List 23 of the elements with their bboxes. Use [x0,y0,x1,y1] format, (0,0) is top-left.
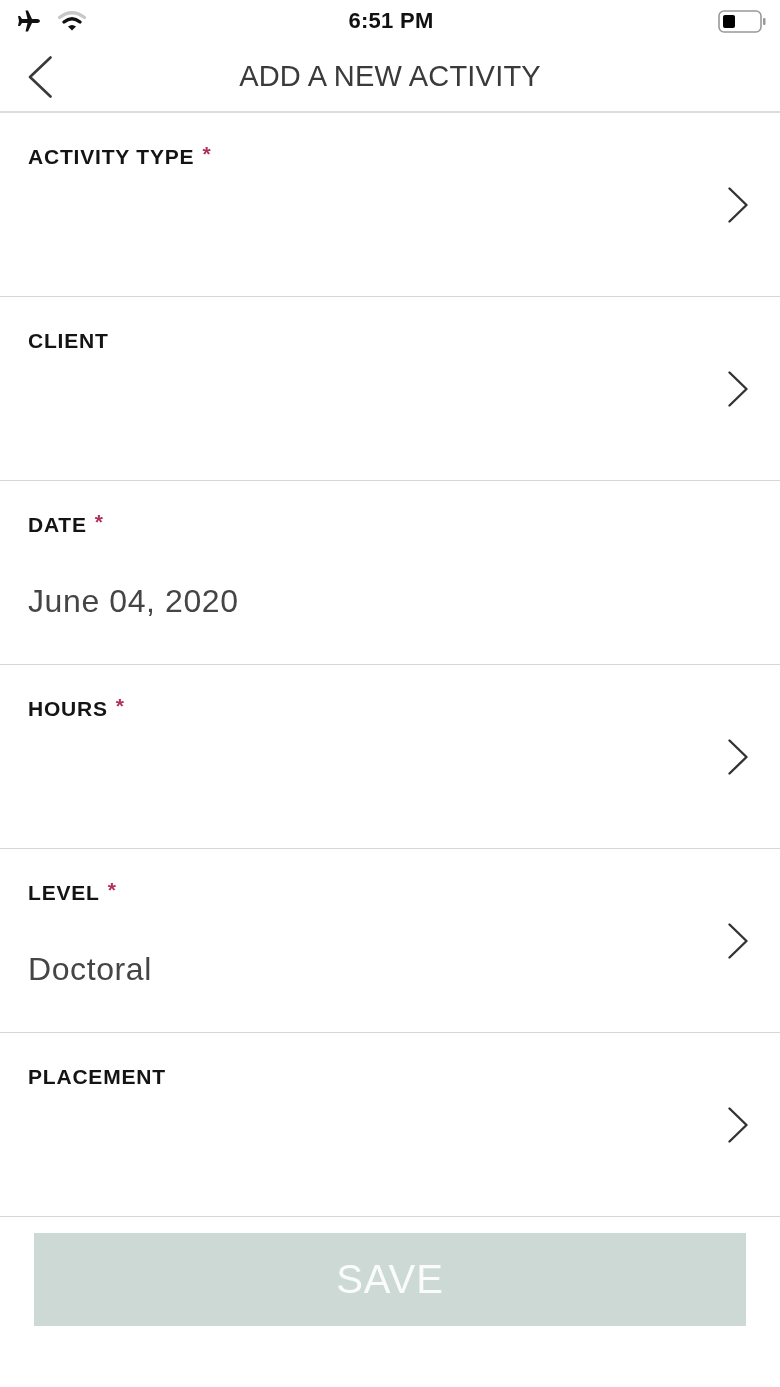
chevron-right-icon[interactable] [728,370,748,407]
field-label: LEVEL [28,880,100,906]
field-value[interactable]: Doctoral [28,951,152,987]
required-asterisk: * [202,144,211,164]
status-time: 6:51 PM [348,8,434,34]
required-asterisk: * [94,512,103,532]
battery-icon [718,9,766,33]
chevron-right-icon[interactable] [728,922,748,959]
required-asterisk: * [115,696,125,716]
airplane-icon [16,10,40,32]
required-asterisk: * [107,880,116,900]
screen-title: ADD A NEW ACTIVITY [239,60,541,93]
chevron-right-icon[interactable] [728,1106,748,1143]
chevron-right-icon[interactable] [728,738,748,775]
chevron-right-icon[interactable] [728,186,748,223]
back-button[interactable] [28,55,52,98]
field-label: DATE [28,512,87,538]
field-label: PLACEMENT [28,1064,166,1090]
field-label: HOURS [28,696,108,722]
wifi-icon [58,11,86,31]
field-value[interactable]: June 04, 2020 [28,583,239,619]
field-label: ACTIVITY TYPE [28,144,195,170]
field-label: CLIENT [28,328,109,354]
